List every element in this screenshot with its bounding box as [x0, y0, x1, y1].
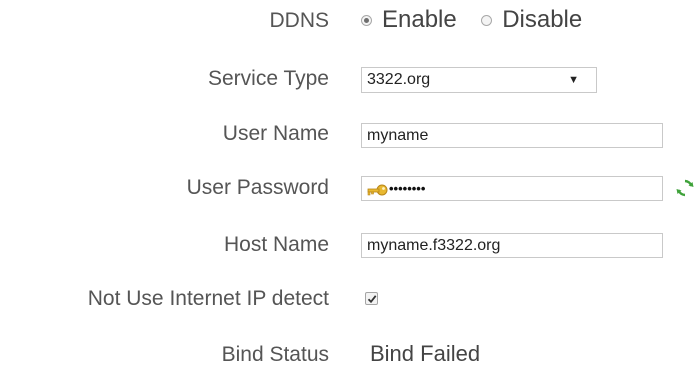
ip-detect-label: Not Use Internet IP detect	[87, 287, 329, 310]
ddns-disable-radio[interactable]	[481, 14, 493, 26]
ddns-label: DDNS	[269, 9, 329, 32]
chevron-down-icon: ▼	[568, 74, 579, 86]
key-icon	[366, 182, 388, 196]
ip-detect-checkbox[interactable]	[365, 292, 378, 305]
ddns-disable-label: Disable	[502, 6, 583, 33]
user-password-label: User Password	[186, 176, 329, 199]
service-type-label: Service Type	[207, 67, 329, 90]
host-name-input[interactable]: myname.f3322.org	[361, 233, 663, 258]
ddns-radio-group: Enable Disable	[361, 8, 602, 34]
ddns-enable-label: Enable	[382, 6, 457, 33]
service-type-select[interactable]: 3322.org ▼	[361, 67, 597, 93]
ddns-enable-radio[interactable]	[361, 14, 372, 26]
password-mask: ••••••••	[389, 181, 426, 196]
user-name-label: User Name	[222, 122, 329, 145]
bind-status-value: Bind Failed	[370, 341, 481, 366]
host-name-label: Host Name	[223, 233, 329, 256]
ddns-disable-option[interactable]: Disable	[481, 8, 582, 32]
ddns-enable-option[interactable]: Enable	[361, 8, 457, 32]
user-name-input[interactable]: myname	[361, 123, 663, 148]
refresh-icon[interactable]	[675, 178, 695, 198]
service-type-value: 3322.org	[367, 71, 431, 88]
user-password-input[interactable]: ••••••••	[361, 176, 663, 201]
ddns-settings-form: DDNS Enable Disable Service Type 3322.or…	[0, 0, 697, 372]
bind-status-label: Bind Status	[221, 343, 329, 366]
check-icon	[367, 295, 377, 304]
